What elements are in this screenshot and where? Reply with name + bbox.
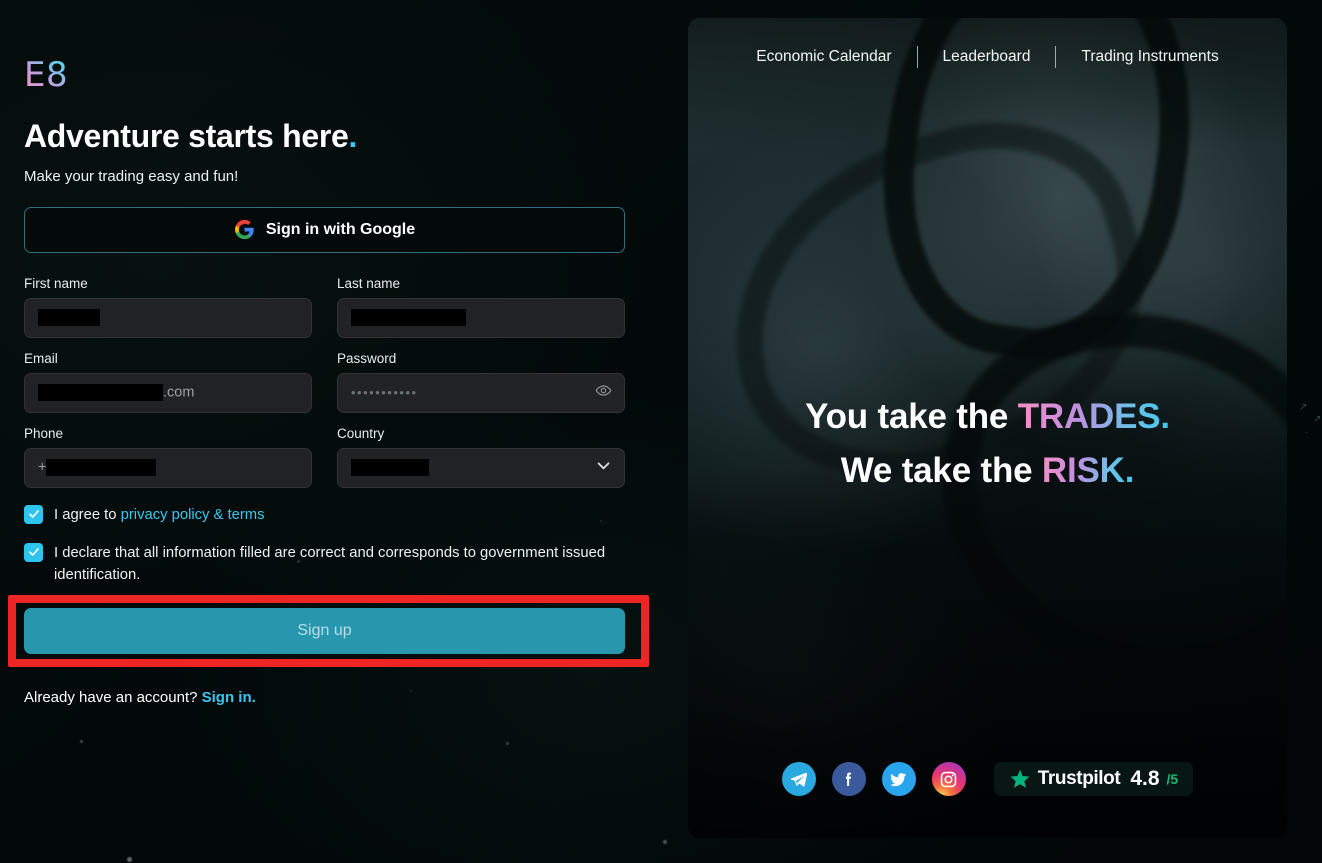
signup-fields-grid: First name Last name Email .com Password… — [24, 276, 625, 501]
field-phone: Phone + — [24, 426, 312, 488]
page-subtitle: Make your trading easy and fun! — [24, 167, 239, 185]
signup-page: E8 Adventure starts here. Make your trad… — [0, 0, 1322, 863]
last-name-label: Last name — [337, 275, 401, 291]
field-first-name: First name — [24, 276, 312, 338]
sign-up-button-label: Sign up — [297, 622, 352, 640]
first-name-label: First name — [24, 275, 88, 291]
hero-line2-plain: We take the — [840, 451, 1042, 491]
hero-heading-line-2: We take the RISK. — [688, 444, 1287, 498]
email-domain-suffix: .com — [163, 384, 195, 401]
sign-in-link[interactable]: Sign in. — [202, 689, 256, 706]
existing-account-text: Already have an account? — [24, 689, 202, 707]
email-label: Email — [24, 350, 58, 366]
field-country: Country — [337, 426, 625, 488]
signup-form-panel: E8 Adventure starts here. Make your trad… — [0, 0, 688, 863]
eye-icon[interactable] — [595, 382, 612, 404]
nav-divider — [1055, 46, 1057, 68]
facebook-icon[interactable] — [831, 762, 866, 796]
phone-input[interactable]: + — [24, 447, 312, 488]
email-value: .com — [38, 384, 195, 402]
page-title: Adventure starts here. — [24, 118, 688, 155]
password-value: ••••••••••• — [351, 385, 418, 401]
privacy-checkbox[interactable] — [24, 504, 43, 524]
email-input[interactable]: .com — [24, 372, 312, 413]
nav-divider — [916, 46, 918, 68]
google-g-icon — [234, 219, 255, 240]
e8-logo[interactable]: E8 — [24, 58, 68, 92]
password-label: Password — [337, 350, 397, 366]
signup-button-area: Sign up — [8, 595, 649, 668]
phone-value: + — [38, 459, 157, 477]
trustpilot-out-of: /5 — [1166, 771, 1179, 787]
field-last-name: Last name — [337, 276, 625, 338]
country-label: Country — [337, 425, 385, 441]
phone-label: Phone — [24, 425, 64, 441]
trustpilot-star-icon — [1009, 768, 1031, 790]
hero-line1-plain: You take the — [805, 397, 1018, 436]
hero-heading: You take the TRADES. We take the RISK. — [688, 390, 1287, 499]
hero-footer: Trustpilot 4.8 /5 — [688, 762, 1287, 796]
password-input[interactable]: ••••••••••• — [337, 372, 625, 413]
nav-item-leaderboard[interactable]: Leaderboard — [918, 48, 1056, 66]
sign-up-button[interactable]: Sign up — [24, 608, 625, 655]
declaration-consent-text: I declare that all information filled ar… — [54, 544, 606, 584]
twitter-icon[interactable] — [881, 762, 916, 796]
first-name-input[interactable] — [24, 297, 312, 338]
country-select[interactable] — [337, 447, 625, 488]
field-password: Password ••••••••••• — [337, 351, 625, 413]
consent-row-declaration: I declare that all information filled ar… — [24, 542, 625, 586]
chevron-down-icon[interactable] — [595, 457, 612, 479]
hero-line2-accent: RISK. — [1041, 451, 1135, 491]
trustpilot-score: 4.8 — [1130, 767, 1160, 790]
edge-artifact: ↗ ↗ · — [1299, 402, 1322, 439]
instagram-icon[interactable] — [931, 762, 966, 796]
page-title-period: . — [348, 118, 358, 154]
hero-heading-line-1: You take the TRADES. — [688, 390, 1287, 444]
nav-item-economic-calendar[interactable]: Economic Calendar — [731, 48, 916, 66]
page-title-text: Adventure starts here — [24, 118, 349, 154]
phone-prefix: + — [38, 459, 47, 476]
field-email: Email .com — [24, 351, 312, 413]
declaration-checkbox[interactable] — [24, 542, 43, 562]
hero-panel: Economic Calendar Leaderboard Trading In… — [688, 18, 1287, 838]
last-name-value — [351, 309, 466, 327]
google-button-label: Sign in with Google — [265, 220, 416, 238]
privacy-text-before: I agree to — [54, 506, 121, 523]
last-name-input[interactable] — [337, 297, 625, 338]
hero-line1-accent: TRADES. — [1017, 397, 1170, 436]
consent-row-privacy: I agree to privacy policy & terms — [24, 504, 625, 526]
nav-item-trading-instruments[interactable]: Trading Instruments — [1056, 48, 1243, 66]
privacy-policy-link[interactable]: privacy policy & terms — [121, 507, 265, 523]
country-value — [351, 459, 429, 477]
trustpilot-name: Trustpilot — [1037, 768, 1121, 789]
telegram-icon[interactable] — [781, 762, 816, 796]
sign-in-with-google-button[interactable]: Sign in with Google — [24, 206, 625, 253]
first-name-value — [38, 309, 100, 327]
existing-account-row: Already have an account? Sign in. — [24, 689, 688, 706]
trustpilot-badge[interactable]: Trustpilot 4.8 /5 — [993, 762, 1194, 796]
privacy-consent-text: I agree to privacy policy & terms — [54, 504, 265, 526]
hero-nav: Economic Calendar Leaderboard Trading In… — [688, 46, 1287, 68]
